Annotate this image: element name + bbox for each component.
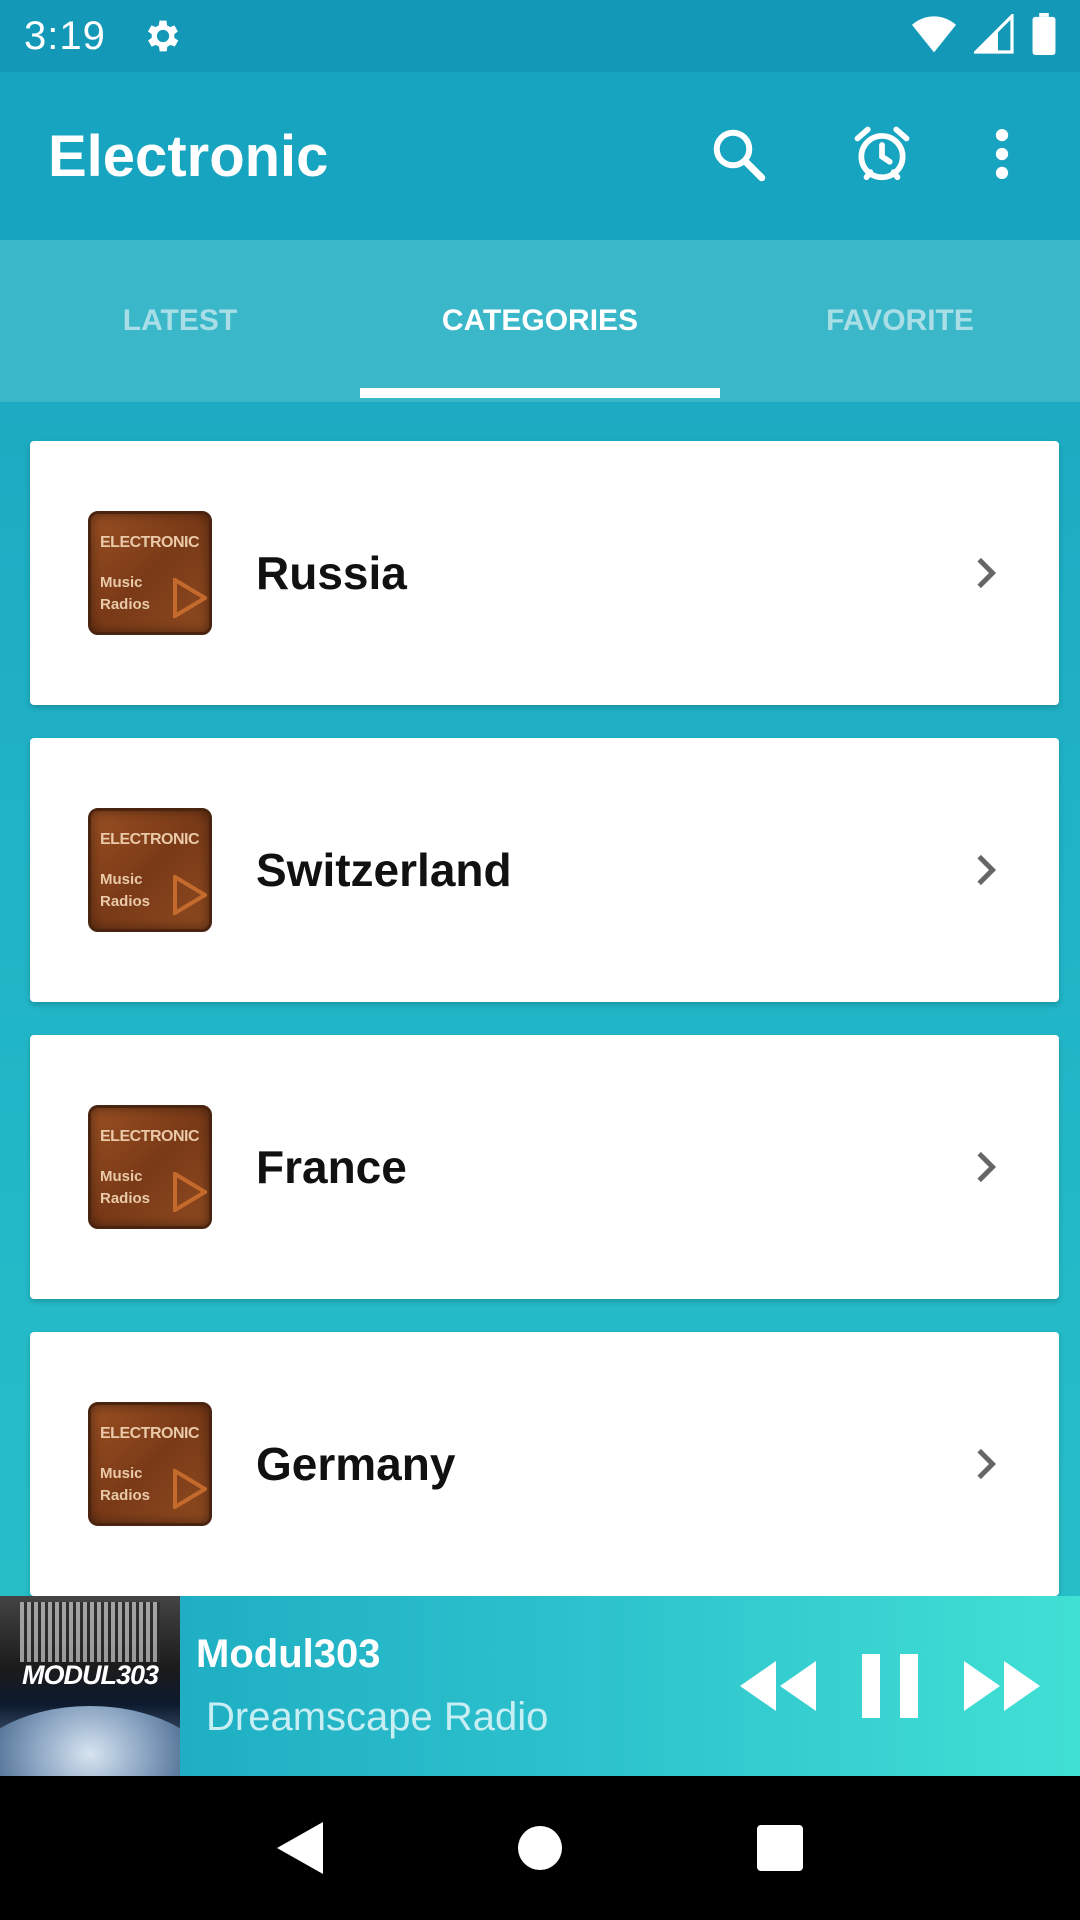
app-bar-actions xyxy=(644,106,1032,206)
search-icon xyxy=(708,124,768,189)
station-subtitle: Dreamscape Radio xyxy=(206,1695,549,1739)
alarm-icon xyxy=(851,123,913,190)
home-icon xyxy=(518,1826,562,1870)
play-icon xyxy=(173,1469,207,1509)
status-time: 3:19 xyxy=(24,13,106,58)
thumbnail-line-radios: Radios xyxy=(100,1190,151,1207)
app-bar: Electronic xyxy=(0,72,1080,240)
chevron-right-icon xyxy=(965,553,1005,593)
back-button[interactable] xyxy=(260,1808,340,1888)
tab-indicator xyxy=(360,388,720,398)
gear-icon xyxy=(142,15,184,57)
category-card-russia[interactable]: ELECTRONIC Music Radios Russia xyxy=(30,441,1059,705)
battery-icon xyxy=(1032,12,1056,60)
tab-bar: LATEST CATEGORIES FAVORITE xyxy=(0,240,1080,402)
pause-icon xyxy=(862,1654,918,1718)
category-thumbnail: ELECTRONIC Music Radios xyxy=(88,808,212,932)
category-label: Switzerland xyxy=(256,844,512,896)
recents-icon xyxy=(757,1825,803,1871)
thumbnail-title: ELECTRONIC xyxy=(100,831,200,848)
category-label: Russia xyxy=(256,547,407,599)
system-nav-bar xyxy=(0,1776,1080,1920)
artwork-earth xyxy=(0,1706,180,1776)
recents-button[interactable] xyxy=(740,1808,820,1888)
tab-latest[interactable]: LATEST xyxy=(0,240,360,402)
tab-categories[interactable]: CATEGORIES xyxy=(360,240,720,402)
player-controls xyxy=(740,1654,1040,1718)
play-icon xyxy=(173,1172,207,1212)
thumbnail-title: ELECTRONIC xyxy=(100,1128,200,1145)
category-card-germany[interactable]: ELECTRONIC Music Radios Germany xyxy=(30,1332,1059,1596)
category-card-switzerland[interactable]: ELECTRONIC Music Radios Switzerland xyxy=(30,738,1059,1002)
thumbnail-title: ELECTRONIC xyxy=(100,534,200,551)
tab-favorite[interactable]: FAVORITE xyxy=(720,240,1080,402)
mini-player[interactable]: MODUL303 Modul303 Dreamscape Radio xyxy=(0,1596,1080,1776)
play-icon xyxy=(173,578,207,618)
category-thumbnail: ELECTRONIC Music Radios xyxy=(88,1402,212,1526)
thumbnail-title: ELECTRONIC xyxy=(100,1425,200,1442)
chevron-right-icon xyxy=(965,1444,1005,1484)
status-bar: 3:19 xyxy=(0,0,1080,72)
signal-icon xyxy=(972,11,1014,59)
thumbnail-line-music: Music xyxy=(100,574,143,591)
artwork-logo-text: MODUL303 xyxy=(21,1660,159,1690)
home-button[interactable] xyxy=(500,1808,580,1888)
category-thumbnail: ELECTRONIC Music Radios xyxy=(88,511,212,635)
chevron-right-icon xyxy=(965,850,1005,890)
fast-forward-button[interactable] xyxy=(964,1661,1040,1711)
wifi-icon xyxy=(912,15,956,58)
category-list: ELECTRONIC Music Radios Russia ELECTRONI… xyxy=(30,441,1059,1629)
thumbnail-line-music: Music xyxy=(100,1168,143,1185)
thumbnail-line-music: Music xyxy=(100,1465,143,1482)
rewind-icon xyxy=(740,1661,816,1711)
thumbnail-line-radios: Radios xyxy=(100,596,151,613)
play-icon xyxy=(173,875,207,915)
category-label: Germany xyxy=(256,1438,456,1490)
chevron-right-icon xyxy=(965,1147,1005,1187)
fast-forward-icon xyxy=(964,1661,1040,1711)
pause-button[interactable] xyxy=(862,1654,918,1718)
more-vert-icon xyxy=(994,128,1010,185)
status-icons xyxy=(912,11,1056,60)
player-info: Modul303 Dreamscape Radio xyxy=(196,1632,548,1740)
thumbnail-line-radios: Radios xyxy=(100,1487,151,1504)
thumbnail-line-radios: Radios xyxy=(100,893,151,910)
category-card-france[interactable]: ELECTRONIC Music Radios France xyxy=(30,1035,1059,1299)
thumbnail-line-music: Music xyxy=(100,871,143,888)
page-title: Electronic xyxy=(48,123,329,189)
back-icon xyxy=(277,1822,323,1874)
artwork-grid xyxy=(20,1602,160,1662)
alarm-button[interactable] xyxy=(832,106,932,206)
more-options-button[interactable] xyxy=(972,106,1032,206)
station-artwork: MODUL303 xyxy=(0,1596,180,1776)
category-thumbnail: ELECTRONIC Music Radios xyxy=(88,1105,212,1229)
rewind-button[interactable] xyxy=(740,1661,816,1711)
category-label: France xyxy=(256,1141,407,1193)
search-button[interactable] xyxy=(688,106,788,206)
station-title: Modul303 xyxy=(196,1632,381,1676)
